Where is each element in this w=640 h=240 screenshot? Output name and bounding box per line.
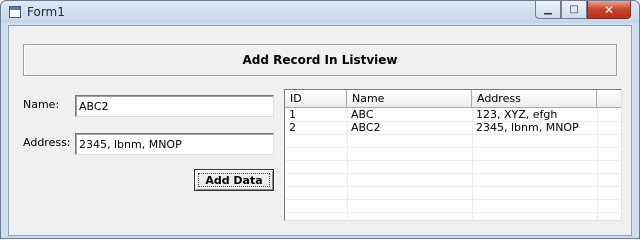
minimize-icon: ▁: [544, 4, 552, 15]
minimize-button[interactable]: ▁: [535, 1, 561, 19]
grid-line: [285, 212, 621, 213]
form-client-area: Add Record In Listview Name: Address: Ad…: [8, 25, 632, 236]
title-bar[interactable]: Form1 ▁ □ ✕: [1, 1, 639, 23]
caption-buttons: ▁ □ ✕: [535, 1, 631, 21]
column-header-name[interactable]: Name: [347, 90, 472, 108]
address-label: Address:: [23, 136, 71, 149]
grid-line: [285, 160, 621, 161]
column-header-filler: [597, 90, 621, 108]
records-listview[interactable]: ID Name Address 1 ABC 123, XYZ, efgh 2 A…: [284, 89, 622, 221]
app-window: Form1 ▁ □ ✕ Add Record In Listview Name:…: [0, 0, 640, 239]
listview-header: ID Name Address: [285, 90, 621, 108]
add-data-button[interactable]: Add Data: [194, 169, 274, 191]
grid-line: [285, 173, 621, 174]
grid-line: [285, 199, 621, 200]
page-title: Add Record In Listview: [242, 53, 398, 67]
close-button[interactable]: ✕: [587, 1, 631, 19]
grid-line: [285, 147, 621, 148]
table-row[interactable]: 2 ABC2 2345, lbnm, MNOP: [285, 121, 621, 134]
column-header-address[interactable]: Address: [472, 90, 597, 108]
cell-address: 2345, lbnm, MNOP: [476, 121, 579, 134]
grid-line: [285, 186, 621, 187]
cell-id: 2: [289, 121, 296, 134]
maximize-button[interactable]: □: [561, 1, 587, 19]
maximize-icon: □: [569, 4, 579, 15]
grid-line: [285, 134, 621, 135]
window-title: Form1: [27, 5, 65, 19]
listview-body[interactable]: 1 ABC 123, XYZ, efgh 2 ABC2 2345, lbnm, …: [285, 108, 621, 220]
column-header-id[interactable]: ID: [285, 90, 347, 108]
address-input[interactable]: [75, 133, 274, 155]
name-input[interactable]: [75, 95, 274, 117]
table-row[interactable]: 1 ABC 123, XYZ, efgh: [285, 108, 621, 121]
cell-name: ABC2: [351, 121, 381, 134]
close-icon: ✕: [603, 2, 615, 17]
cell-address: 123, XYZ, efgh: [476, 108, 558, 121]
header-frame: Add Record In Listview: [23, 44, 617, 76]
cell-name: ABC: [351, 108, 374, 121]
cell-id: 1: [289, 108, 296, 121]
name-label: Name:: [23, 98, 60, 111]
app-window-icon[interactable]: [9, 6, 21, 18]
